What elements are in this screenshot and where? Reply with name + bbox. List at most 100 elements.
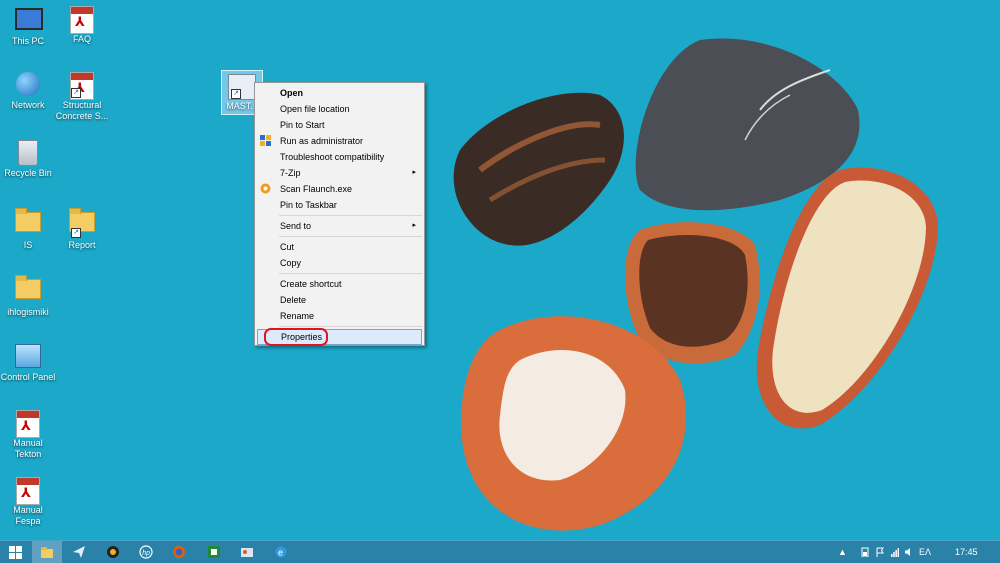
menu-item-label: Rename (280, 311, 315, 321)
shortcut-arrow-icon: ↗ (71, 88, 81, 98)
folder-icon (15, 275, 41, 299)
desktop-icon-recycle-bin[interactable]: Recycle Bin (0, 140, 56, 179)
taskbar-app-4[interactable]: e (266, 541, 296, 563)
menu-item-cut[interactable]: Cut (255, 239, 424, 255)
menu-item-label: Open (280, 88, 304, 98)
menu-item-send-to[interactable]: Send to ▸ (255, 218, 424, 234)
menu-item-label: Delete (280, 295, 307, 305)
taskbar-app-2[interactable] (98, 541, 128, 563)
taskbar-app-3[interactable] (232, 541, 262, 563)
desktop-icon-label: ihlogismiki (7, 307, 49, 317)
desktop-icon-label: Network (11, 100, 45, 110)
menu-item-label: Send to (280, 221, 312, 231)
taskbar-hp[interactable]: hp (131, 541, 161, 563)
menu-item-pin-to-taskbar[interactable]: Pin to Taskbar (255, 197, 424, 213)
menu-item-label: Pin to Start (280, 120, 325, 130)
menu-item-label: Copy (280, 258, 302, 268)
pdf-icon: ⅄ (16, 410, 40, 438)
pdf-icon: ⅄ (70, 6, 94, 34)
menu-item-scan-flaunch[interactable]: Scan Flaunch.exe (255, 181, 424, 197)
pdf-icon: ⅄ (16, 477, 40, 505)
menu-item-pin-to-start[interactable]: Pin to Start (255, 117, 424, 133)
paint-icon (241, 548, 253, 557)
desktop-icon-control-panel[interactable]: Control Panel (0, 342, 56, 383)
menu-item-rename[interactable]: Rename (255, 308, 424, 324)
shortcut-arrow-icon: ↗ (71, 228, 81, 238)
action-center-flag-icon[interactable] (876, 547, 884, 557)
menu-item-label: Open file location (280, 104, 350, 114)
highlight-annotation (264, 328, 328, 346)
desktop-icon-is[interactable]: IS (0, 208, 56, 251)
file-explorer-icon (41, 547, 53, 558)
desktop-icon-label: Manual Fespa (13, 505, 43, 526)
this-pc-icon (15, 8, 43, 30)
antivirus-icon (260, 183, 271, 194)
taskbar: hp e ▲ ΕΛ 17:45 (0, 540, 1000, 563)
menu-item-7zip[interactable]: 7-Zip ▸ (255, 165, 424, 181)
menu-item-delete[interactable]: Delete (255, 292, 424, 308)
submenu-arrow-icon: ▸ (412, 169, 416, 176)
svg-text:e: e (278, 548, 283, 558)
menu-item-run-as-administrator[interactable]: Run as administrator (255, 133, 424, 149)
desktop-icon-label: IS (23, 240, 33, 250)
internet-explorer-icon: e (275, 546, 287, 558)
menu-separator (279, 273, 422, 274)
menu-item-label: Create shortcut (280, 279, 342, 289)
desktop-icon-faq[interactable]: ⅄ FAQ (54, 6, 110, 45)
desktop-icon-label: This PC (11, 36, 44, 46)
taskbar-excel[interactable] (199, 541, 229, 563)
volume-icon[interactable] (905, 547, 913, 557)
desktop-icon-report[interactable]: ↗ Report (54, 208, 110, 251)
shortcut-arrow-icon: ↗ (231, 89, 241, 99)
desktop-icon-manual-tekton[interactable]: ⅄ Manual Tekton (0, 410, 56, 460)
firefox-icon (173, 546, 185, 558)
desktop-icon-label: Manual Tekton (13, 438, 43, 459)
network-icon (16, 72, 40, 96)
language-indicator[interactable]: ΕΛ (919, 541, 931, 563)
desktop-icon-label: Report (68, 240, 96, 250)
taskbar-firefox[interactable] (164, 541, 194, 563)
battery-icon[interactable] (861, 547, 869, 557)
uac-shield-icon (260, 135, 271, 146)
desktop-wallpaper (0, 0, 1000, 540)
menu-item-open[interactable]: Open (255, 85, 424, 101)
desktop-icon-label: Recycle Bin (4, 168, 52, 178)
wifi-signal-icon[interactable] (891, 547, 899, 557)
spreadsheet-icon (208, 546, 220, 558)
desktop-icon-structural-concrete[interactable]: ⅄↗ Structural Concrete S... (54, 72, 110, 122)
hp-icon: hp (139, 545, 153, 559)
taskbar-file-explorer[interactable] (32, 541, 62, 563)
menu-item-open-file-location[interactable]: Open file location (255, 101, 424, 117)
menu-item-label: Troubleshoot compatibility (280, 152, 385, 162)
menu-item-copy[interactable]: Copy (255, 255, 424, 271)
menu-item-label: 7-Zip (280, 168, 301, 178)
desktop-icon-ihlogismiki[interactable]: ihlogismiki (0, 275, 56, 318)
menu-item-label: Scan Flaunch.exe (280, 184, 353, 194)
svg-text:hp: hp (142, 550, 150, 557)
menu-separator (279, 215, 422, 216)
context-menu: Open Open file location Pin to Start Run… (254, 82, 425, 346)
show-hidden-icons-button[interactable]: ▲ (838, 541, 847, 563)
menu-item-label: Cut (280, 242, 295, 252)
recycle-bin-icon (18, 140, 38, 166)
menu-item-create-shortcut[interactable]: Create shortcut (255, 276, 424, 292)
desktop-icon-network[interactable]: Network (0, 72, 56, 111)
desktop-icon-label: FAQ (72, 34, 91, 44)
application-shortcut-icon: ↗ (228, 74, 256, 100)
folder-icon (15, 208, 41, 232)
media-player-icon (107, 546, 119, 558)
desktop-icon-this-pc[interactable]: This PC (0, 6, 56, 47)
taskbar-app-1[interactable] (64, 541, 94, 563)
start-button[interactable] (0, 541, 30, 563)
submenu-arrow-icon: ▸ (412, 222, 416, 229)
menu-item-troubleshoot-compatibility[interactable]: Troubleshoot compatibility (255, 149, 424, 165)
menu-item-label: Pin to Taskbar (280, 200, 337, 210)
windows-logo-icon (9, 546, 22, 559)
menu-separator (279, 326, 422, 327)
taskbar-clock[interactable]: 17:45 (955, 541, 978, 563)
control-panel-icon (15, 344, 41, 368)
desktop-icon-label: Control Panel (0, 372, 56, 382)
desktop-icon-manual-fespa[interactable]: ⅄ Manual Fespa (0, 477, 56, 527)
menu-separator (279, 236, 422, 237)
menu-item-label: Run as administrator (280, 136, 364, 146)
